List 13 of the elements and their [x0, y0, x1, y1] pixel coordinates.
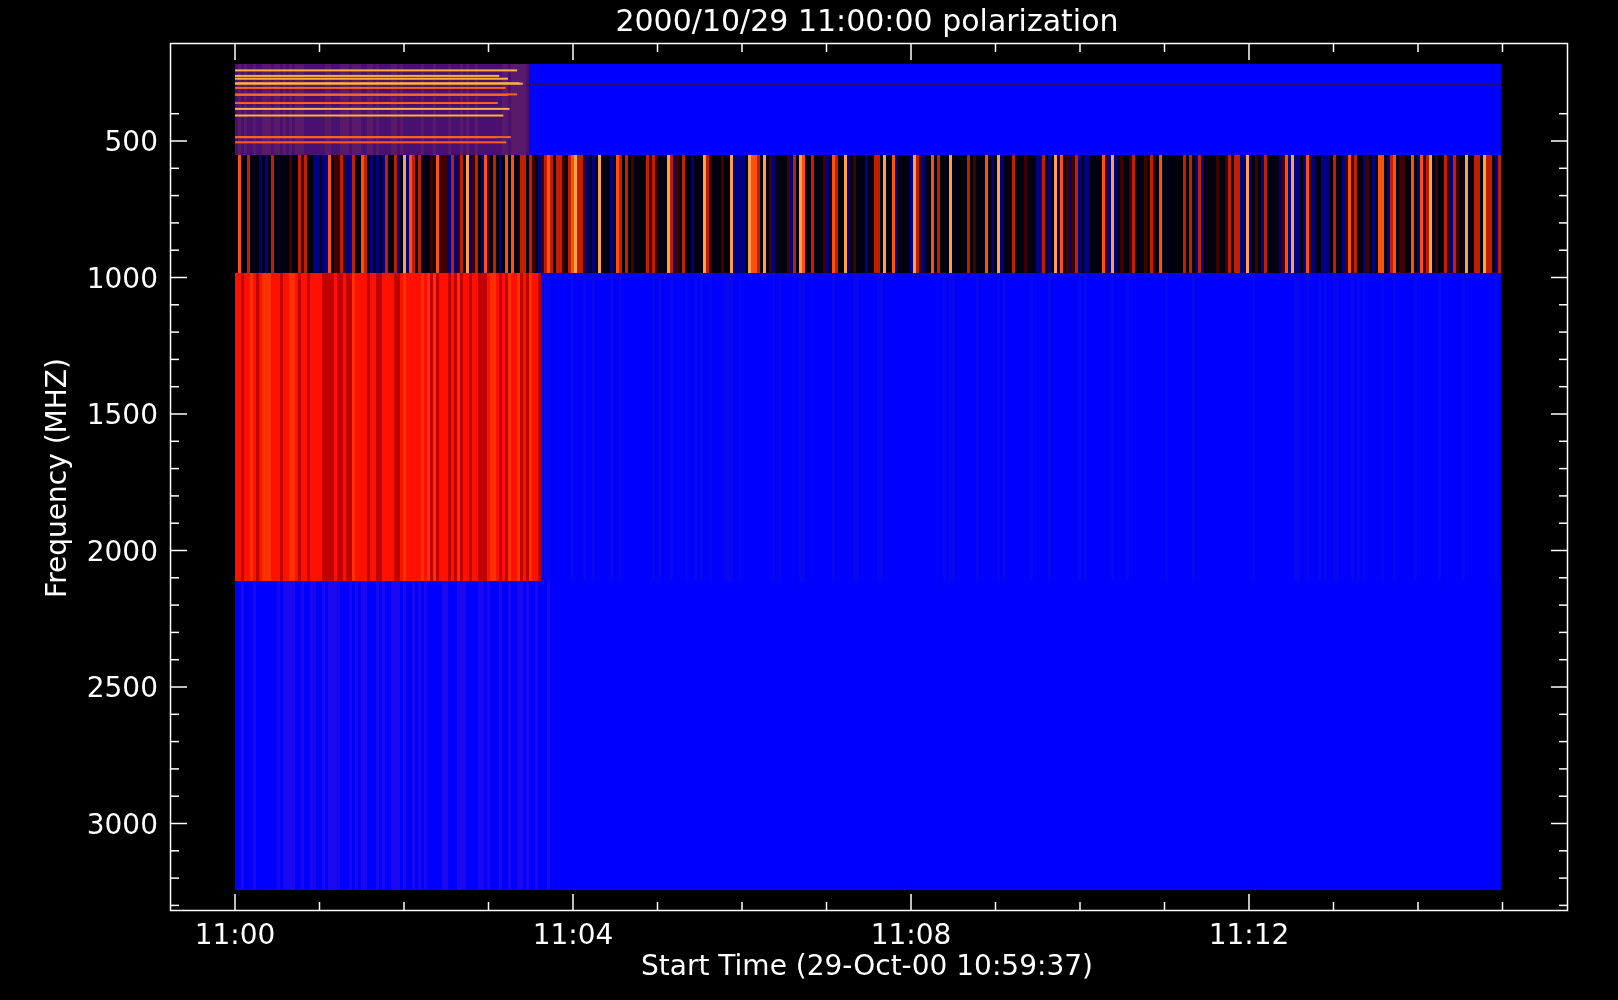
tick-label: 1000 — [86, 261, 158, 295]
tick-label: 2000 — [86, 534, 158, 568]
axis-label: Start Time (29-Oct-00 10:59:37) — [641, 949, 1093, 982]
tick-label: 11:04 — [532, 918, 614, 951]
tick-label: 11:08 — [870, 918, 952, 951]
tick-label: 11:12 — [1208, 918, 1290, 951]
tick-label: 1500 — [86, 398, 158, 431]
tick-label: 3000 — [86, 807, 158, 841]
plot-title: 2000/10/29 11:00:00 polarization — [615, 3, 1119, 38]
tick-label: 500 — [104, 125, 158, 158]
axis-label: Frequency (MHZ) — [40, 358, 73, 598]
tick-label: 11:00 — [194, 918, 276, 951]
tick-label: 2500 — [86, 671, 158, 704]
